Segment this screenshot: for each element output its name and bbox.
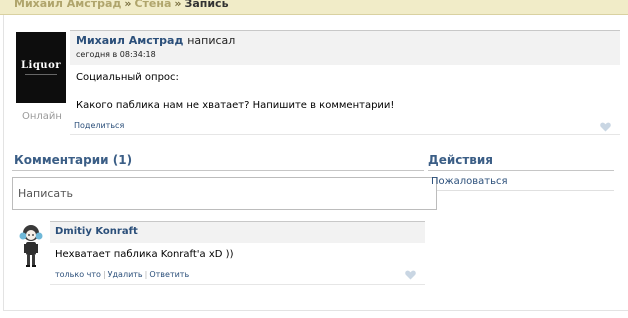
post-author-link[interactable]: Михаил Амстрад bbox=[76, 34, 183, 47]
report-link[interactable]: Пожаловаться bbox=[431, 176, 508, 187]
heart-icon[interactable] bbox=[600, 122, 611, 132]
post-author-line: Михаил Амстрад написал bbox=[76, 34, 235, 47]
actions-title: Действия bbox=[428, 153, 494, 167]
action-separator: | bbox=[144, 270, 148, 279]
breadcrumb-wall-link[interactable]: Стена bbox=[134, 0, 171, 10]
comment-time-link[interactable]: только что bbox=[55, 270, 101, 279]
breadcrumb-current: Запись bbox=[184, 0, 229, 10]
actions-title-underline bbox=[428, 170, 614, 171]
comment-actions: только что | Удалить | Ответить bbox=[55, 270, 189, 279]
heart-icon[interactable] bbox=[405, 270, 416, 280]
post-action: написал bbox=[187, 34, 236, 47]
breadcrumb-bar: Михаил Амстрад» Стена» Запись bbox=[0, 0, 628, 15]
breadcrumb-separator: » bbox=[124, 0, 132, 10]
author-avatar[interactable]: Liquor bbox=[16, 32, 66, 103]
action-separator: | bbox=[102, 270, 106, 279]
post-line: Какого паблика нам не хватает? Напишите … bbox=[76, 100, 395, 111]
comment-author-link[interactable]: Dmitiy Konraft bbox=[55, 226, 138, 237]
comment-reply-link[interactable]: Ответить bbox=[149, 270, 189, 279]
avatar-logo-text: Liquor bbox=[20, 60, 62, 71]
breadcrumb-separator: » bbox=[174, 0, 182, 10]
comment-delete-link[interactable]: Удалить bbox=[108, 270, 143, 279]
actions-item-divider bbox=[428, 190, 614, 191]
online-status: Онлайн bbox=[22, 111, 62, 122]
post-divider bbox=[70, 134, 620, 135]
share-link[interactable]: Поделиться bbox=[74, 121, 124, 130]
post-timestamp: сегодня в 08:34:18 bbox=[76, 50, 156, 59]
breadcrumb: Михаил Амстрад» Стена» Запись bbox=[14, 0, 229, 10]
breadcrumb-author-link[interactable]: Михаил Амстрад bbox=[14, 0, 121, 10]
comments-title: Комментарии (1) bbox=[14, 153, 133, 167]
avatar-logo-underline bbox=[25, 74, 57, 75]
comment-text: Нехватает паблика Konraft'a xD )) bbox=[55, 249, 234, 260]
post-body: Социальный опрос: Какого паблика нам не … bbox=[76, 71, 394, 127]
post-line: Социальный опрос: bbox=[76, 72, 179, 83]
comment-header: Dmitiy Konraft bbox=[50, 221, 425, 243]
commenter-avatar[interactable] bbox=[19, 223, 43, 268]
post-header: Михаил Амстрад написал сегодня в 08:34:1… bbox=[70, 30, 620, 65]
comments-title-underline bbox=[12, 170, 424, 171]
comment-input[interactable] bbox=[12, 177, 437, 210]
comment-divider bbox=[50, 284, 425, 285]
